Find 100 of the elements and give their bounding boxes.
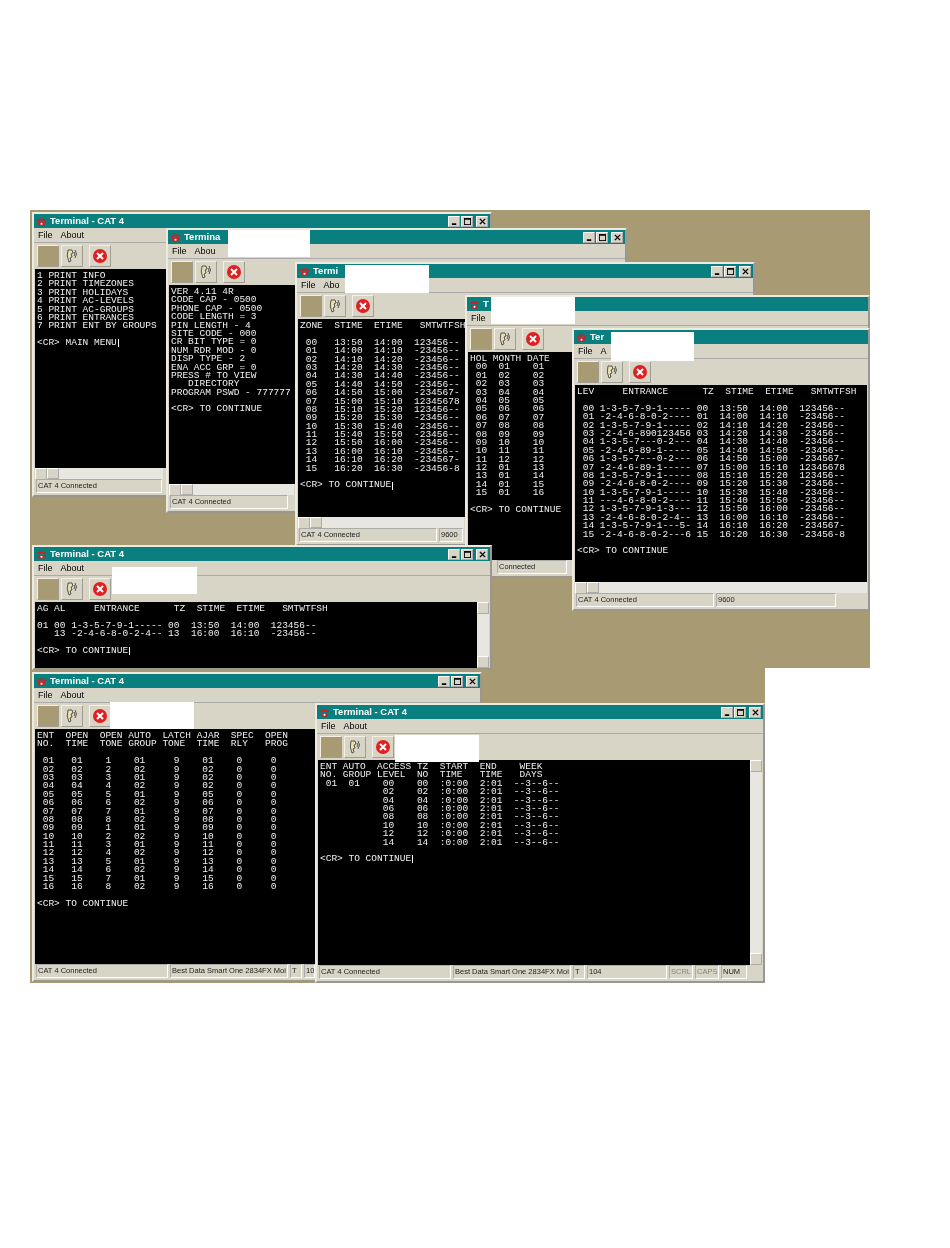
toolbar-button[interactable] [171,261,193,283]
menu-item[interactable]: File [38,562,53,574]
text-cursor [412,855,414,864]
terminal-line: 4 PRINT AC-LEVELS [37,297,134,306]
dial-button[interactable] [344,736,366,758]
close-icon [751,708,759,716]
close-button[interactable] [749,706,761,718]
terminal-line: 06 06 6 02 9 06 0 0 [41,799,277,808]
menu-item[interactable]: File [301,279,316,291]
menu-item[interactable]: Abou [194,245,216,257]
minimize-button[interactable] [448,548,460,560]
menu-item[interactable]: Abo [323,279,340,291]
horizontal-scrollbar[interactable] [169,484,294,495]
terminal-line: <CR> MAIN MENU [37,339,119,348]
text-cursor [129,647,131,656]
menu-item[interactable]: File [172,245,187,257]
minimize-button[interactable] [583,231,595,243]
toolbar-button[interactable] [300,295,322,317]
dial-button[interactable] [601,361,623,383]
terminal-line: 05 06 06 [474,405,545,414]
terminal-line: <CR> TO CONTINUE [37,899,129,909]
close-button[interactable] [611,231,623,243]
toolbar-button[interactable] [470,328,492,350]
terminal-line: SITE CODE - 000 [171,329,257,339]
toolbar-button[interactable] [37,705,59,727]
window-title: Terminal - CAT 4 [333,706,408,718]
hang-up-button[interactable] [629,361,651,383]
vertical-scrollbar[interactable] [750,760,762,965]
terminal-line: 03 14:20 14:30 -23456-- [304,363,460,373]
close-button[interactable] [739,265,751,277]
menu-item[interactable]: File [471,312,486,324]
hang-up-button[interactable] [223,261,245,283]
maximize-button[interactable] [724,265,736,277]
terminal-line: CODE LENGTH = 3 [171,313,257,322]
terminal-line: 02 1-3-5-7-9-1----- 02 14:10 14:20 -23456-- [581,421,845,430]
close-circle-icon [375,739,391,755]
hang-up-button[interactable] [89,245,111,267]
toolbar-button[interactable] [37,578,59,600]
terminal-line: 12 1-3-5-7-9-1-3--- 12 15:50 16:00 -23456-- [581,505,845,514]
dial-button[interactable] [61,705,83,727]
maximize-icon [463,217,471,225]
terminal-line: 04 14:30 14:40 -23456-- [304,372,460,381]
dial-button[interactable] [61,578,83,600]
dial-button[interactable] [195,261,217,283]
horizontal-scrollbar[interactable] [575,582,867,593]
maximize-button[interactable] [461,548,473,560]
terminal-line: PIN LENGTH - 4 [171,321,251,330]
terminal-line: 13 01 14 [474,472,545,481]
terminal-line: 12 01 13 [474,464,545,473]
close-button[interactable] [476,215,488,227]
hang-up-button[interactable] [522,328,544,350]
toolbar-button[interactable] [320,736,342,758]
close-circle-icon [92,248,108,264]
terminal-line: 14 14 6 02 9 14 0 0 [41,866,277,875]
hang-up-button[interactable] [372,736,394,758]
minimize-button[interactable] [448,215,460,227]
minimize-button[interactable] [711,265,723,277]
terminal-line: HOL MONTH DATE [470,355,550,364]
toolbar-button[interactable] [37,245,59,267]
hang-up-button[interactable] [89,578,111,600]
maximize-button[interactable] [461,215,473,227]
terminal-line: 06 14:50 15:00 -234567- [304,389,460,398]
menu-item[interactable]: File [578,345,593,357]
terminal-line: 10 1-3-5-7-9-1----- 10 15:30 15:40 -23456-- [581,488,845,498]
dial-button[interactable] [324,295,346,317]
terminal-line: CODE CAP - 0500 [171,296,257,305]
terminal-line: 15 -2-4-6-8-0-2---6 15 16:20 16:30 -23456-8 [581,530,845,540]
menu-item[interactable]: A [600,345,607,357]
hang-up-button[interactable] [352,295,374,317]
menu-item[interactable]: About [60,562,85,574]
minimize-button[interactable] [438,675,450,687]
terminal-line: 07 08 08 [474,422,545,431]
horizontal-scrollbar[interactable] [298,517,464,528]
close-button[interactable] [476,548,488,560]
vertical-scrollbar[interactable] [477,602,489,668]
menu-item[interactable]: About [60,229,85,241]
terminal-line: 05 14:40 14:50 -23456-- [304,380,460,390]
terminal-line: 01 -2-4-6-8-0-2---- 01 14:00 14:10 -23456-- [581,413,845,422]
horizontal-scrollbar[interactable] [35,468,163,479]
terminal-line: 01 14:00 14:10 -23456-- [304,347,460,356]
menu-item[interactable]: About [343,720,368,732]
minimize-button[interactable] [721,706,733,718]
terminal-line: 2 PRINT TIMEZONES [37,280,134,289]
maximize-button[interactable] [734,706,746,718]
terminal-line: <CR> TO CONTINUE [320,855,414,864]
toolbar-button[interactable] [577,361,599,383]
hang-up-button[interactable] [89,705,111,727]
dial-button[interactable] [494,328,516,350]
dial-button[interactable] [61,245,83,267]
close-button[interactable] [466,675,478,687]
menu-item[interactable]: File [38,689,53,701]
menu-item[interactable]: File [321,720,336,732]
menu-item[interactable]: File [38,229,53,241]
menu-item[interactable]: About [60,689,85,701]
window-title: Termina [184,231,221,243]
close-circle-icon [226,264,242,280]
terminal-line: 03 03 3 01 9 02 0 0 [41,773,277,783]
maximize-icon [598,233,606,241]
maximize-button[interactable] [596,231,608,243]
maximize-button[interactable] [451,675,463,687]
